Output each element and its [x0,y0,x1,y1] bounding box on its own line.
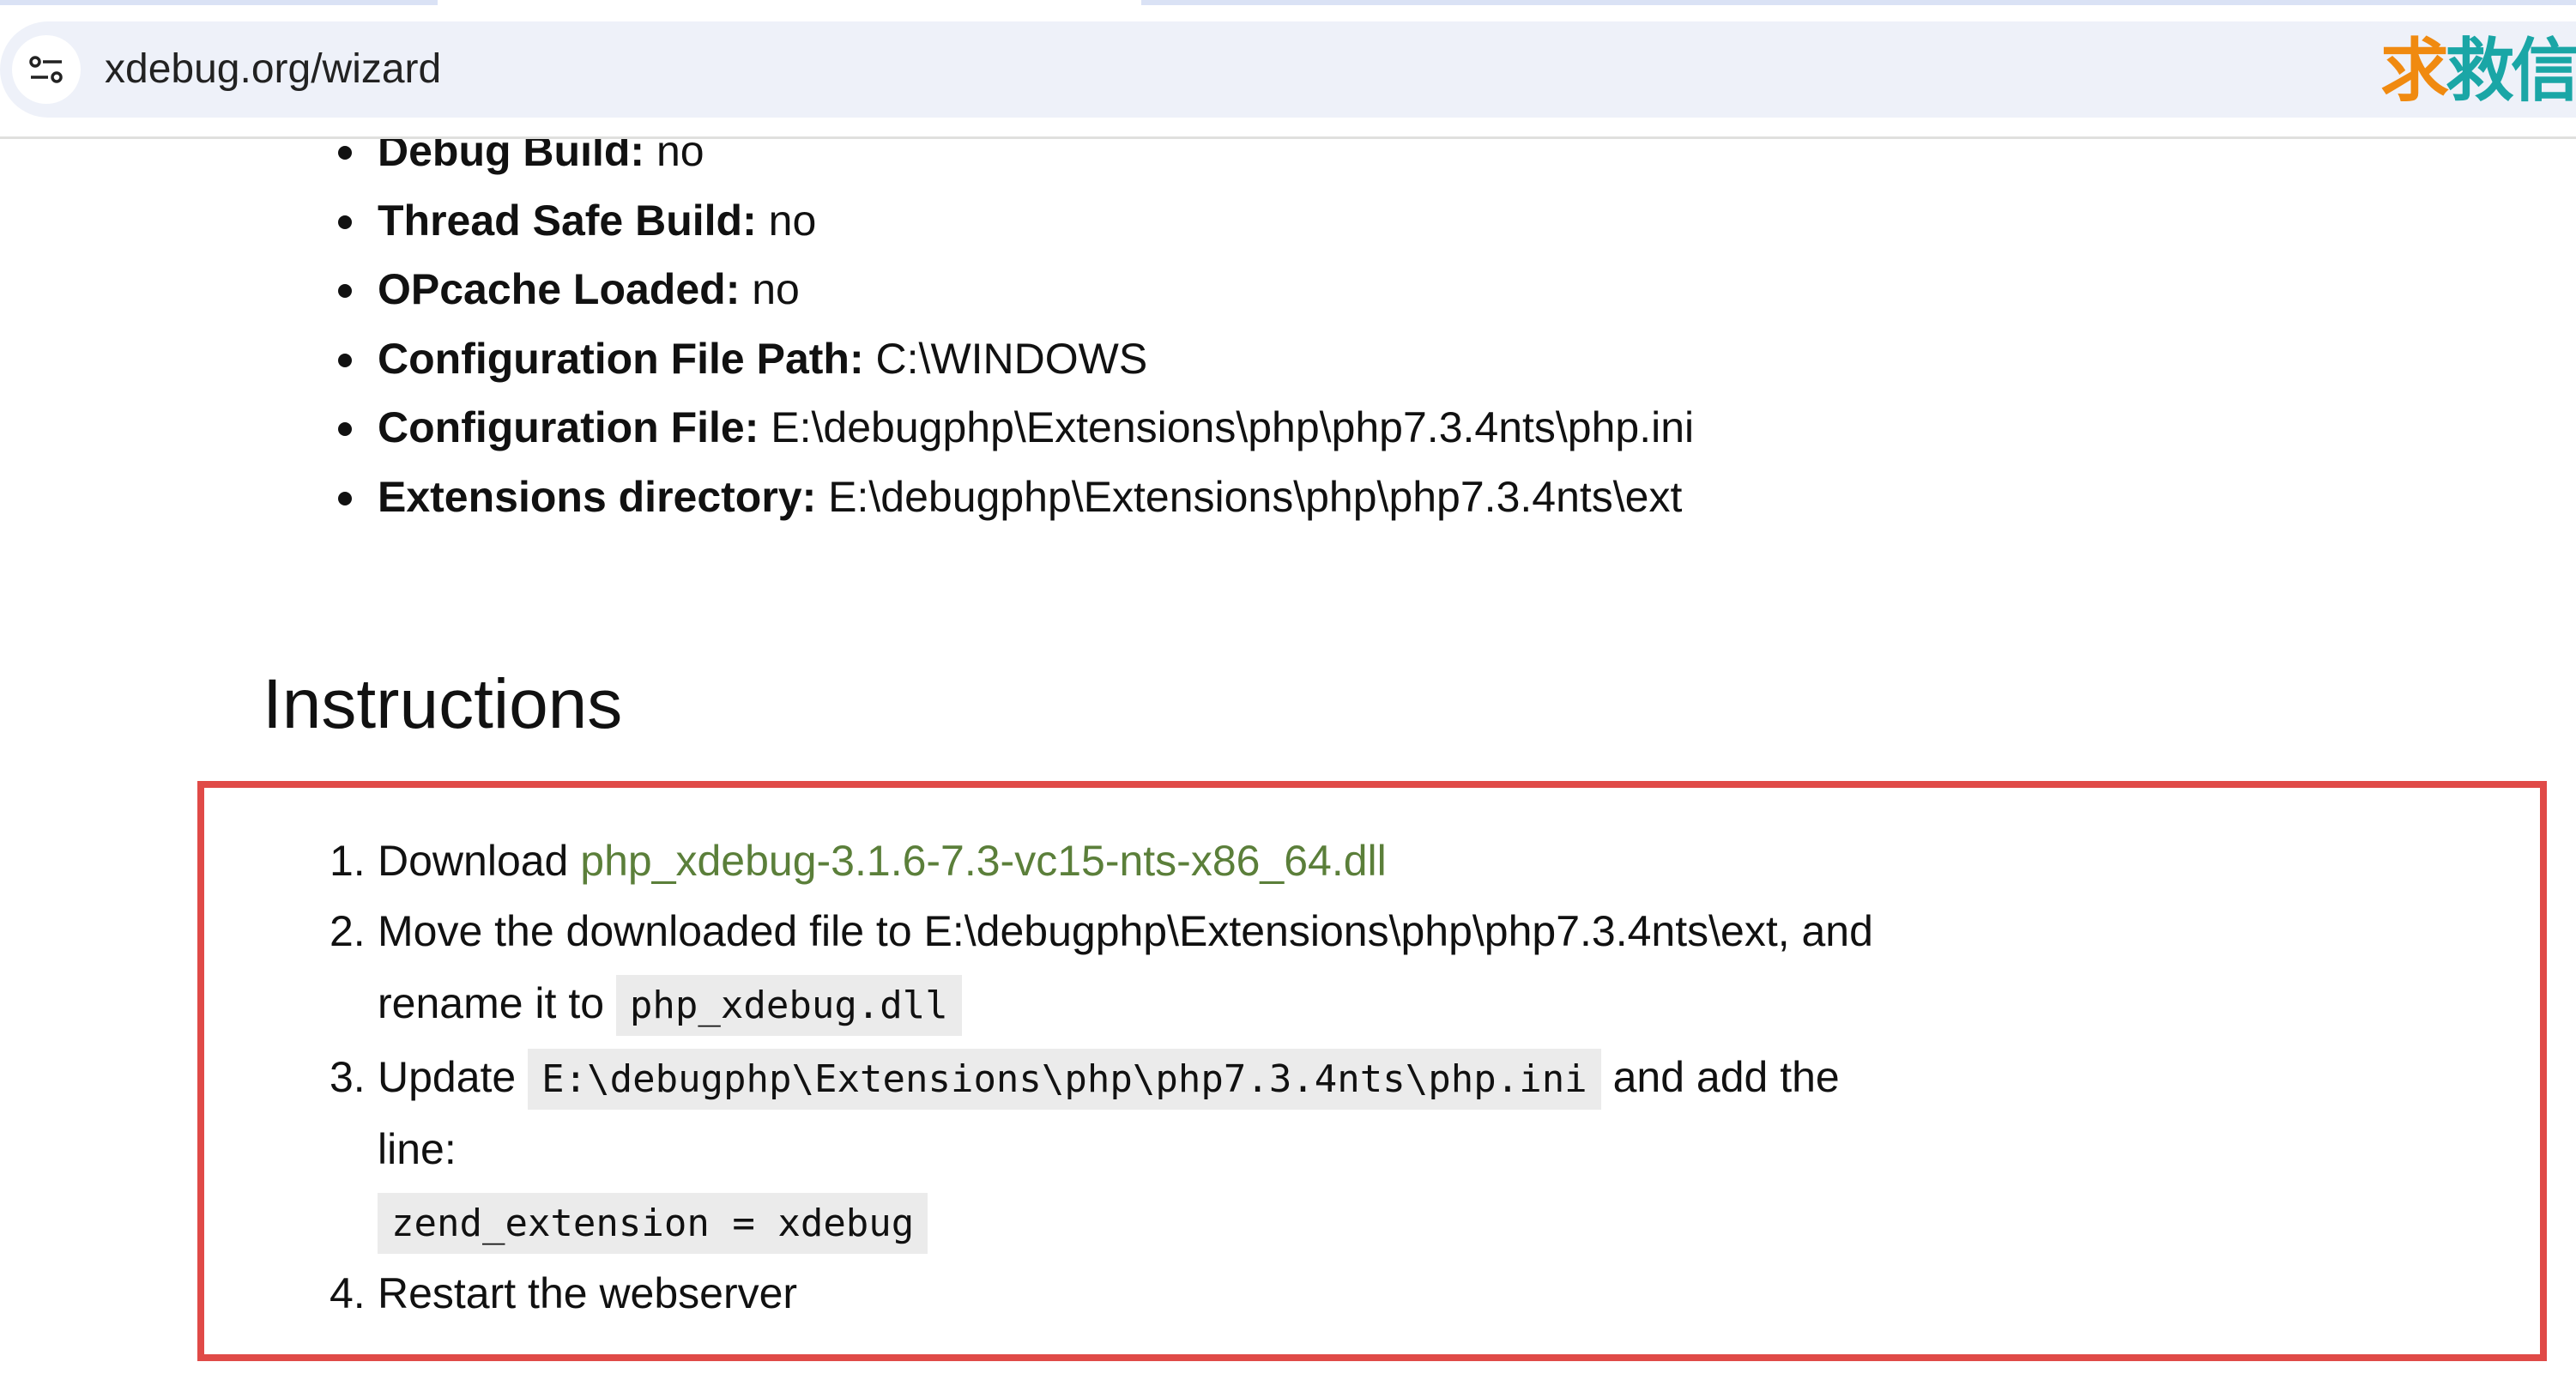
inactive-tab[interactable] [0,0,438,5]
tab-strip [0,0,2576,21]
address-bar[interactable]: xdebug.org/wizard [0,21,2576,118]
info-item: Configuration File: E:\debugphp\Extensio… [336,393,1694,463]
step-2: 2. Move the downloaded file to E:\debugph… [330,896,1873,1040]
php-info-list: Debug Build: no Thread Safe Build: no OP… [336,139,1694,532]
inactive-tab[interactable] [1141,0,2576,5]
info-item: Configuration File Path: C:\WINDOWS [336,324,1694,394]
code-dll-name: php_xdebug.dll [615,975,962,1036]
instructions-heading: Instructions [263,665,623,743]
step-3: 3. Update E:\debugphp\Extensions\php\php7… [330,1040,1873,1258]
info-item: Debug Build: no [336,139,1694,186]
site-settings-icon[interactable] [12,35,81,104]
step-4: 4. Restart the webserver [330,1269,798,1317]
watermark-logo: 求救信 [2380,31,2576,111]
info-item: Extensions directory: E:\debugphp\Extens… [336,463,1694,532]
page-content: Debug Build: no Thread Safe Build: no OP… [0,139,2576,1374]
code-ini-path: E:\debugphp\Extensions\php\php7.3.4nts\p… [528,1049,1601,1110]
instructions-list: 1. Download php_xdebug-3.1.6-7.3-vc15-nts… [330,826,1873,1329]
info-item: Thread Safe Build: no [336,186,1694,256]
url-text[interactable]: xdebug.org/wizard [105,45,441,93]
info-item: OPcache Loaded: no [336,255,1694,324]
download-link[interactable]: php_xdebug-3.1.6-7.3-vc15-nts-x86_64.dll [580,837,1387,885]
step-1: 1. Download php_xdebug-3.1.6-7.3-vc15-nts… [330,837,1387,885]
code-zend-extension: zend_extension = xdebug [378,1193,928,1254]
